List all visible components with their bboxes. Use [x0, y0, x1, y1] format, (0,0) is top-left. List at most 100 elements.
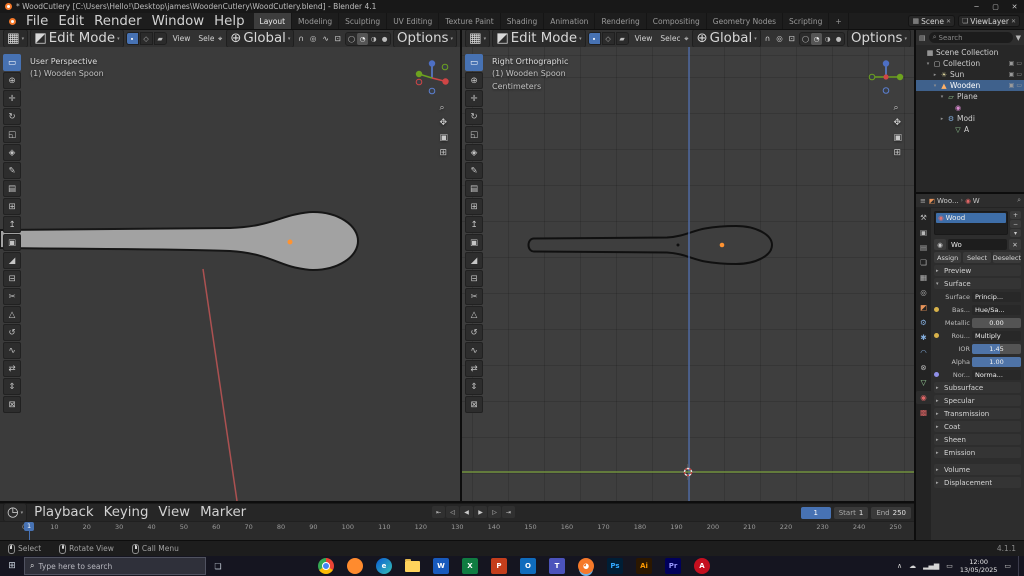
tool-button[interactable]: ▤ — [3, 180, 21, 197]
mode-dropdown[interactable]: ◩ Edit Mode ▾ — [30, 30, 123, 47]
tool-button[interactable]: ◈ — [3, 144, 21, 161]
outliner-row[interactable]: ▸ ⚙ Modi — [916, 113, 1024, 124]
tool-button[interactable]: ⊠ — [3, 396, 21, 413]
viewport-nav-button[interactable]: ⊞ — [439, 148, 448, 158]
properties-tab[interactable]: ⚙ — [916, 316, 931, 329]
properties-tab[interactable]: ▣ — [916, 226, 931, 239]
navigation-gizmo[interactable] — [412, 57, 452, 97]
workspace-tab[interactable]: Texture Paint — [439, 13, 500, 29]
menu-item[interactable]: Render — [89, 13, 146, 30]
options-dropdown[interactable]: Options ▾ — [847, 30, 911, 47]
preview-panel-header[interactable]: ▸ Preview — [934, 265, 1021, 276]
frame-end-field[interactable]: End 250 — [871, 507, 911, 519]
workspace-tab[interactable]: Modeling — [292, 13, 339, 29]
collapsed-panel-header[interactable]: Displacement — [934, 477, 1021, 488]
taskbar-app-icon[interactable]: P — [491, 558, 507, 574]
transport-button[interactable]: ⇥ — [502, 506, 515, 518]
tool-button[interactable]: ▣ — [3, 234, 21, 251]
blender-menu-button[interactable] — [4, 18, 21, 25]
disclosure-icon[interactable]: ▸ — [932, 72, 938, 78]
editor-type-button[interactable]: ▦ ▾ — [465, 30, 490, 47]
frame-start-field[interactable]: Start 1 — [834, 507, 869, 519]
properties-tab[interactable]: ❏ — [916, 256, 931, 269]
outliner-row[interactable]: ▸ ☀ Sun — [916, 69, 1024, 80]
material-action-button[interactable]: Assign — [934, 252, 961, 263]
wireframe-shading-button[interactable]: ◯ — [800, 33, 811, 45]
collapsed-panel-header[interactable]: Emission — [934, 447, 1021, 458]
solid-shading-button[interactable]: ◔ — [357, 33, 368, 45]
outliner-row[interactable]: ▾ ▢ Collection — [916, 58, 1024, 69]
viewport-nav-button[interactable]: ▣ — [439, 133, 448, 143]
taskbar-app-icon[interactable]: T — [549, 558, 565, 574]
properties-tab[interactable]: ⚒ — [916, 211, 931, 224]
transform-pivot-button[interactable]: ⌖ — [682, 33, 690, 45]
slot-specials-button[interactable]: ▾ — [1010, 229, 1021, 237]
tool-button[interactable]: ▭ — [465, 54, 483, 71]
viewport-visibility-icon[interactable] — [1016, 82, 1022, 89]
tool-button[interactable]: ⇄ — [465, 360, 483, 377]
transport-button[interactable]: ⇤ — [432, 506, 445, 518]
browse-material-button[interactable]: ◉ — [934, 239, 946, 250]
render-visibility-icon[interactable] — [1009, 71, 1015, 78]
tool-button[interactable]: ▤ — [465, 180, 483, 197]
workspace-tab[interactable]: Sculpting — [339, 13, 387, 29]
tool-button[interactable]: ⊠ — [465, 396, 483, 413]
tool-button[interactable]: ⊕ — [3, 72, 21, 89]
vertex-select-button[interactable]: ∙ — [588, 32, 601, 45]
taskbar-app-icon[interactable]: X — [462, 558, 478, 574]
collapsed-panel-header[interactable]: Specular — [934, 395, 1021, 406]
tool-button[interactable]: ✛ — [3, 90, 21, 107]
viewport-canvas[interactable]: ▭⊕✛↻◱◈✎▤⊞↥▣◢⊟✂△↺∿⇄⇕⊠ Right Orthographic … — [462, 47, 914, 501]
taskbar-app-icon[interactable]: ◕ — [578, 558, 594, 574]
tool-button[interactable]: ⊞ — [465, 198, 483, 215]
playhead[interactable]: 1 — [29, 522, 30, 540]
outliner-row[interactable]: ▦ Scene Collection — [916, 47, 1024, 58]
taskbar-clock[interactable]: 12:00 13/05/2025 — [960, 558, 997, 575]
timeline-menu-item[interactable]: View — [153, 504, 195, 521]
property-value[interactable]: 1.45 — [972, 344, 1021, 354]
menu-item[interactable]: Help — [209, 13, 249, 30]
disclosure-icon[interactable]: ▾ — [925, 61, 931, 67]
transport-button[interactable]: ▶ — [474, 506, 487, 518]
tool-button[interactable]: ✎ — [465, 162, 483, 179]
tool-button[interactable]: ↺ — [3, 324, 21, 341]
properties-tab[interactable]: ▦ — [916, 271, 931, 284]
viewport-menu-item[interactable]: Select — [194, 33, 214, 44]
taskbar-app-icon[interactable]: Ps — [607, 558, 623, 574]
viewport-nav-button[interactable]: ⌕ — [439, 103, 448, 113]
timeline-menu-item[interactable]: Marker — [195, 504, 251, 521]
outliner-row[interactable]: ▾ ▱ Plane — [916, 91, 1024, 102]
outliner-search[interactable]: ⌕ Search — [929, 32, 1013, 43]
disclosure-icon[interactable]: ▾ — [932, 83, 938, 89]
proportional-edit-toggle[interactable]: ◎ — [774, 33, 785, 44]
edge-select-button[interactable]: ◇ — [140, 32, 153, 45]
editor-type-button[interactable]: ▦ ▾ — [3, 30, 28, 47]
properties-tab[interactable]: ✱ — [916, 331, 931, 344]
tool-button[interactable]: ◢ — [465, 252, 483, 269]
scene-selector[interactable]: ▦ Scene ✕ — [908, 15, 955, 27]
properties-tab[interactable]: ▽ — [916, 376, 931, 389]
property-value[interactable]: Hue/Sa... — [972, 305, 1021, 315]
collapsed-panel-header[interactable]: Coat — [934, 421, 1021, 432]
tool-button[interactable]: ↥ — [465, 216, 483, 233]
workspace-tab[interactable]: Compositing — [647, 13, 707, 29]
navigation-gizmo[interactable] — [866, 57, 906, 97]
timeline-menu-item[interactable]: Keying — [99, 504, 154, 521]
taskbar-app-icon[interactable] — [405, 561, 420, 572]
property-value[interactable]: Multiply — [972, 331, 1021, 341]
tool-button[interactable]: ▣ — [465, 234, 483, 251]
mode-dropdown[interactable]: ◩ Edit Mode ▾ — [492, 30, 585, 47]
material-action-button[interactable]: Deselect — [993, 252, 1021, 263]
properties-tab[interactable]: ▤ — [916, 241, 931, 254]
taskbar-app-icon[interactable]: O — [520, 558, 536, 574]
tool-button[interactable]: ⊕ — [465, 72, 483, 89]
xray-toggle[interactable]: ⊡ — [787, 33, 797, 44]
tool-button[interactable]: ↺ — [465, 324, 483, 341]
disclosure-icon[interactable]: ▸ — [939, 116, 945, 122]
property-value[interactable]: Princip... — [972, 292, 1021, 302]
workspace-tab[interactable]: + — [829, 13, 848, 29]
workspace-tab[interactable]: Rendering — [595, 13, 646, 29]
outliner-row[interactable]: ▾ ▲ Wooden — [916, 80, 1024, 91]
tool-button[interactable]: ✂ — [465, 288, 483, 305]
taskbar-search[interactable]: ⌕ — [24, 557, 206, 575]
